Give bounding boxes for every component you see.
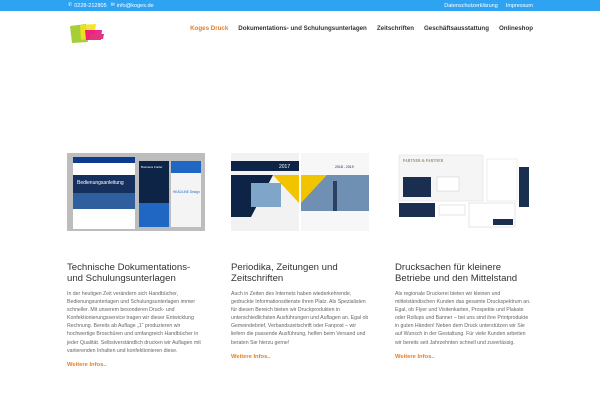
phone-contact[interactable]: ✆ 0228-212805 — [68, 3, 107, 9]
koges-logo[interactable] — [68, 22, 106, 44]
card-title: Periodika, Zeitungen und Zeitschriften — [231, 262, 338, 284]
card-text: Als regionale Druckerei bieten wir klein… — [395, 291, 531, 346]
service-card-geschaeftsausstattung: PARTNER & PARTNER Drucksachen für kleine… — [395, 153, 533, 360]
card-image-magazines[interactable]: 2017 2018 - 2019 — [231, 153, 369, 231]
card-title: Drucksachen für kleinere Betriebe und de… — [395, 262, 518, 284]
privacy-link[interactable]: Datenschutzerklärung — [444, 3, 498, 9]
card-text: Auch in Zeiten des Internets haben wiede… — [231, 291, 369, 346]
magazine-year-left: 2017 — [279, 164, 290, 170]
folder-cover-title: Business Folder — [141, 165, 163, 169]
nav-item-zeitschriften[interactable]: Zeitschriften — [377, 25, 414, 32]
more-info-link[interactable]: Weitere Infos.. — [67, 362, 205, 368]
email-contact[interactable]: ✉ info@koges.de — [111, 3, 154, 9]
mail-icon: ✉ — [110, 2, 115, 8]
card-image-manuals[interactable]: Bedienungsanleitung Business Folder HEAD… — [67, 153, 205, 231]
top-links: Datenschutzerklärung Impressum — [444, 0, 533, 11]
phone-number: 0228-212805 — [74, 2, 107, 9]
main-nav: Koges Druck Dokumentations- und Schulung… — [190, 25, 533, 32]
email-address: info@koges.de — [116, 2, 154, 9]
more-info-link[interactable]: Weitere Infos.. — [231, 354, 369, 360]
card-image-stationery[interactable]: PARTNER & PARTNER — [395, 153, 533, 231]
nav-item-dokumentation[interactable]: Dokumentations- und Schulungsunterlagen — [238, 25, 367, 32]
nav-item-geschaeftsausstattung[interactable]: Geschäftsausstattung — [424, 25, 489, 32]
manual-cover-title: Bedienungsanleitung — [77, 180, 124, 186]
service-card-dokumentation: Bedienungsanleitung Business Folder HEAD… — [67, 153, 205, 368]
top-bar: ✆ 0228-212805 ✉ info@koges.de Datenschut… — [0, 0, 600, 11]
contact-info: ✆ 0228-212805 ✉ info@koges.de — [68, 0, 154, 11]
card-text: In der heutigen Zeit verändern sich Hand… — [67, 291, 201, 354]
more-info-link[interactable]: Weitere Infos.. — [395, 354, 533, 360]
imprint-link[interactable]: Impressum — [506, 3, 533, 9]
nav-item-koges-druck[interactable]: Koges Druck — [190, 25, 228, 32]
service-card-zeitschriften: 2017 2018 - 2019 Periodika, Zeitungen un… — [231, 153, 369, 360]
magazine-year-right: 2018 - 2019 — [335, 165, 354, 169]
nav-item-onlineshop[interactable]: Onlineshop — [499, 25, 533, 32]
card-title: Technische Dokumentations- und Schulungs… — [67, 262, 191, 284]
phone-icon: ✆ — [68, 2, 73, 8]
folder-headline: HEADLINE Design — [173, 190, 200, 194]
site-header: Koges Druck Dokumentations- und Schulung… — [0, 11, 600, 49]
letterhead-brand: PARTNER & PARTNER — [403, 158, 444, 163]
